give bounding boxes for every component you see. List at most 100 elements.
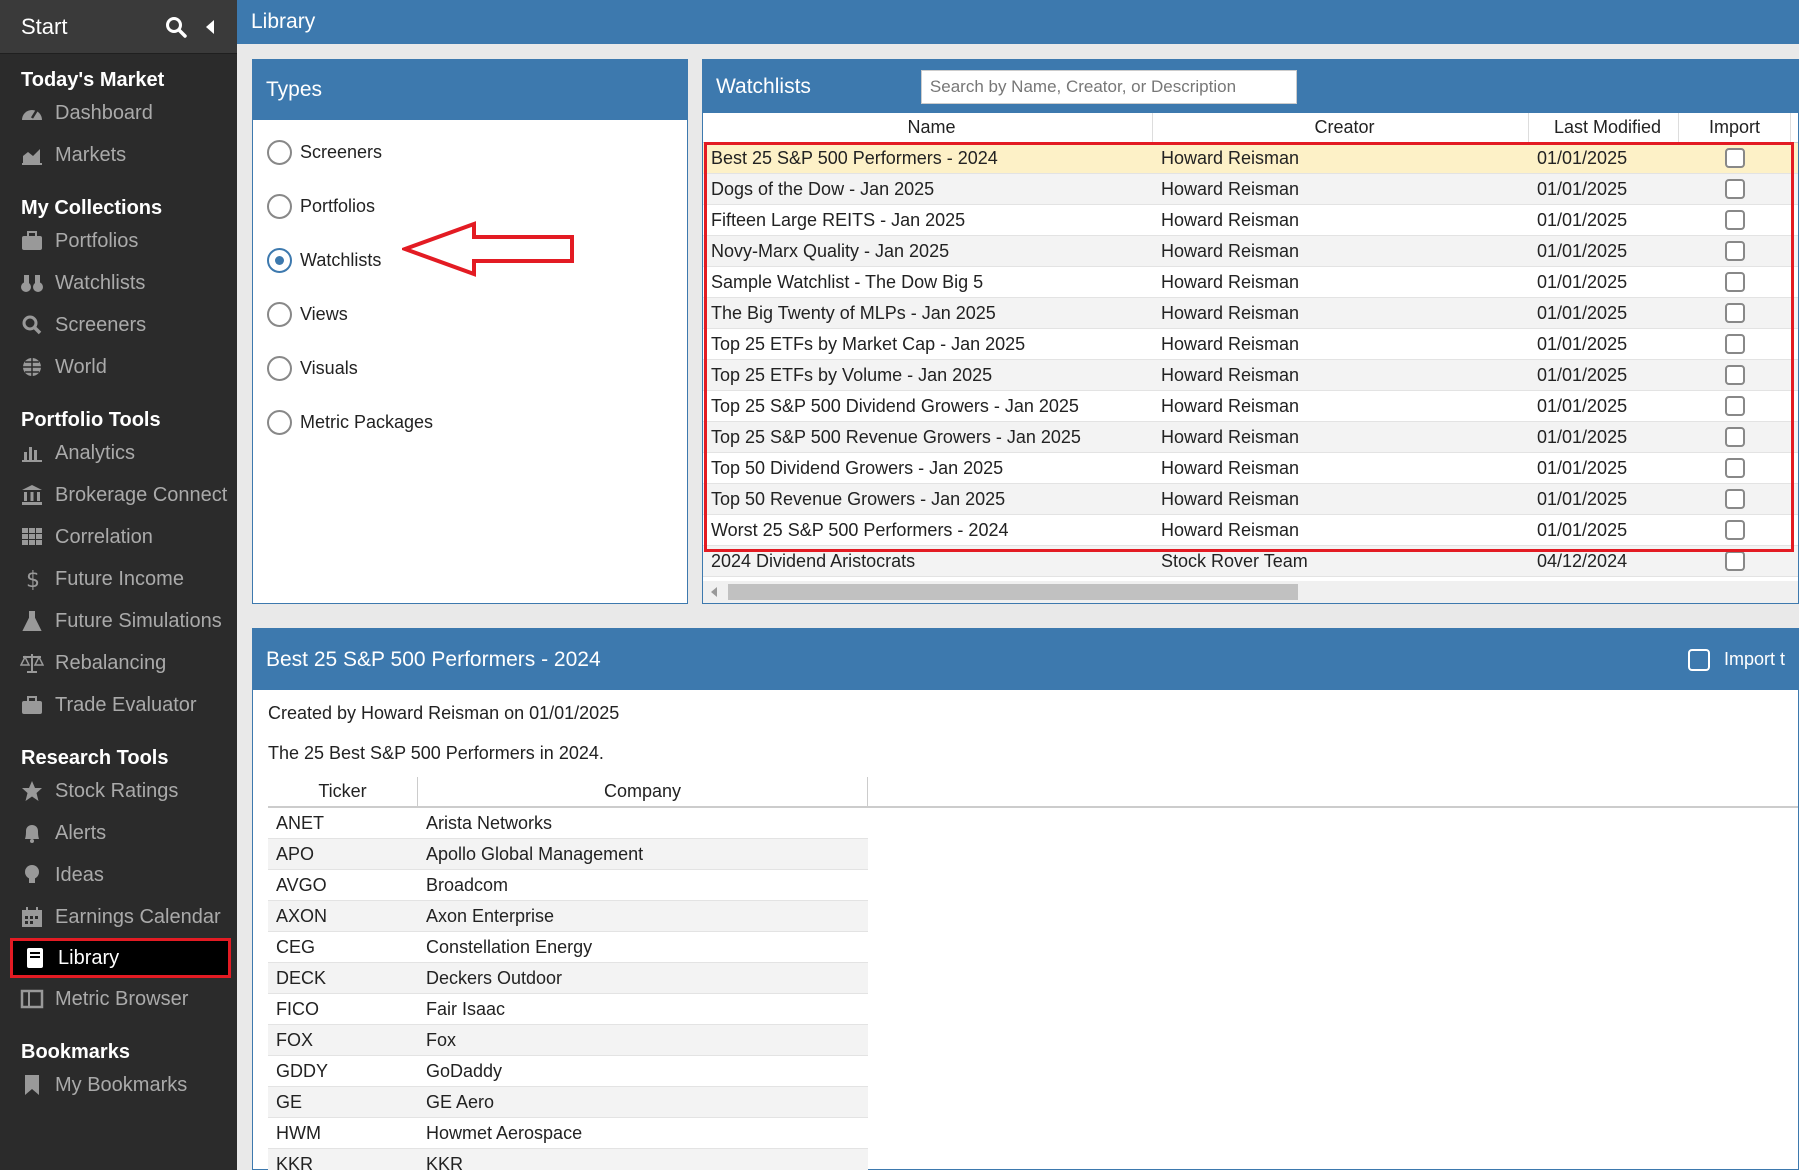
scrollbar-thumb[interactable] xyxy=(728,584,1298,600)
sidebar-item-trade-evaluator[interactable]: Trade Evaluator xyxy=(0,684,237,726)
table-row[interactable]: Dogs of the Dow - Jan 2025 Howard Reisma… xyxy=(703,174,1798,205)
watchlist-name[interactable]: Top 25 S&P 500 Dividend Growers - Jan 20… xyxy=(703,396,1153,417)
import-checkbox[interactable] xyxy=(1725,489,1745,509)
watchlist-name[interactable]: Top 50 Revenue Growers - Jan 2025 xyxy=(703,489,1153,510)
search-icon[interactable] xyxy=(163,14,189,40)
radio-button[interactable] xyxy=(267,139,292,165)
import-checkbox[interactable] xyxy=(1725,334,1745,354)
table-row[interactable]: Top 25 ETFs by Volume - Jan 2025 Howard … xyxy=(703,360,1798,391)
import-checkbox[interactable] xyxy=(1725,179,1745,199)
sidebar-item-rebalancing[interactable]: Rebalancing xyxy=(0,642,237,684)
table-row[interactable]: DECK Deckers Outdoor xyxy=(268,963,868,994)
watchlist-name[interactable]: Top 25 ETFs by Market Cap - Jan 2025 xyxy=(703,334,1153,355)
watchlist-name[interactable]: 2024 Dividend Aristocrats xyxy=(703,551,1153,572)
column-creator[interactable]: Creator xyxy=(1153,113,1529,142)
table-row[interactable]: Top 25 ETFs by Market Cap - Jan 2025 How… xyxy=(703,329,1798,360)
import-checkbox[interactable] xyxy=(1725,148,1745,168)
search-input[interactable]: Search by Name, Creator, or Description xyxy=(920,69,1297,104)
table-row[interactable]: Top 50 Revenue Growers - Jan 2025 Howard… xyxy=(703,484,1798,515)
horizontal-scrollbar[interactable] xyxy=(703,581,1798,603)
column-company[interactable]: Company xyxy=(418,777,868,806)
import-checkbox[interactable] xyxy=(1725,210,1745,230)
radio-button[interactable] xyxy=(267,409,292,435)
watchlist-name[interactable]: Fifteen Large REITS - Jan 2025 xyxy=(703,210,1153,231)
import-checkbox[interactable] xyxy=(1725,365,1745,385)
table-row[interactable]: Top 25 S&P 500 Dividend Growers - Jan 20… xyxy=(703,391,1798,422)
radio-button[interactable] xyxy=(267,355,292,381)
scroll-left-icon[interactable] xyxy=(711,587,717,597)
import-checkbox[interactable] xyxy=(1725,303,1745,323)
table-row[interactable]: GE GE Aero xyxy=(268,1087,868,1118)
sidebar-item-correlation[interactable]: Correlation xyxy=(0,516,237,558)
sidebar-item-analytics[interactable]: Analytics xyxy=(0,432,237,474)
table-row[interactable]: Novy-Marx Quality - Jan 2025 Howard Reis… xyxy=(703,236,1798,267)
table-row[interactable]: GDDY GoDaddy xyxy=(268,1056,868,1087)
column-name[interactable]: Name xyxy=(703,113,1153,142)
import-toggle[interactable]: Import t xyxy=(1687,648,1785,671)
table-row[interactable]: HWM Howmet Aerospace xyxy=(268,1118,868,1149)
import-checkbox[interactable] xyxy=(1725,241,1745,261)
table-row[interactable]: AVGO Broadcom xyxy=(268,870,868,901)
sidebar-item-library[interactable]: Library xyxy=(10,938,231,978)
import-checkbox[interactable] xyxy=(1725,272,1745,292)
column-ticker[interactable]: Ticker xyxy=(268,777,418,806)
sidebar-item-watchlists[interactable]: Watchlists xyxy=(0,262,237,304)
table-row[interactable]: Best 25 S&P 500 Performers - 2024 Howard… xyxy=(703,143,1798,174)
sidebar-item-dashboard[interactable]: Dashboard xyxy=(0,92,237,134)
watchlist-name[interactable]: Worst 25 S&P 500 Performers - 2024 xyxy=(703,520,1153,541)
type-option-visuals[interactable]: Visuals xyxy=(253,341,687,395)
radio-button[interactable] xyxy=(267,247,292,273)
column-import[interactable]: Import xyxy=(1679,113,1791,142)
table-row[interactable]: APO Apollo Global Management xyxy=(268,839,868,870)
sidebar-item-world[interactable]: World xyxy=(0,346,237,388)
radio-button[interactable] xyxy=(267,301,292,327)
table-row[interactable]: KKR KKR xyxy=(268,1149,868,1170)
sidebar-item-portfolios[interactable]: Portfolios xyxy=(0,220,237,262)
import-checkbox[interactable] xyxy=(1725,396,1745,416)
table-row[interactable]: Top 50 Dividend Growers - Jan 2025 Howar… xyxy=(703,453,1798,484)
table-row[interactable]: AXON Axon Enterprise xyxy=(268,901,868,932)
sidebar-item-future-income[interactable]: $ Future Income xyxy=(0,558,237,600)
sidebar-item-earnings-calendar[interactable]: Earnings Calendar xyxy=(0,896,237,938)
sidebar-item-my-bookmarks[interactable]: My Bookmarks xyxy=(0,1064,237,1106)
table-row[interactable]: CEG Constellation Energy xyxy=(268,932,868,963)
sidebar-item-alerts[interactable]: Alerts xyxy=(0,812,237,854)
watchlist-name[interactable]: Sample Watchlist - The Dow Big 5 xyxy=(703,272,1153,293)
sidebar-item-metric-browser[interactable]: Metric Browser xyxy=(0,978,237,1020)
import-checkbox[interactable] xyxy=(1687,648,1710,671)
column-last-modified[interactable]: Last Modified xyxy=(1529,113,1679,142)
table-row[interactable]: ANET Arista Networks xyxy=(268,808,868,839)
watchlist-name[interactable]: Top 25 S&P 500 Revenue Growers - Jan 202… xyxy=(703,427,1153,448)
type-option-views[interactable]: Views xyxy=(253,287,687,341)
watchlist-name[interactable]: Dogs of the Dow - Jan 2025 xyxy=(703,179,1153,200)
type-option-screeners[interactable]: Screeners xyxy=(253,125,687,179)
table-row[interactable]: The Big Twenty of MLPs - Jan 2025 Howard… xyxy=(703,298,1798,329)
watchlist-name[interactable]: Best 25 S&P 500 Performers - 2024 xyxy=(703,148,1153,169)
watchlist-name[interactable]: Novy-Marx Quality - Jan 2025 xyxy=(703,241,1153,262)
collapse-icon[interactable] xyxy=(197,14,223,40)
table-row[interactable]: Fifteen Large REITS - Jan 2025 Howard Re… xyxy=(703,205,1798,236)
import-checkbox[interactable] xyxy=(1725,427,1745,447)
sidebar-item-markets[interactable]: Markets xyxy=(0,134,237,176)
import-cell xyxy=(1679,427,1791,447)
table-row[interactable]: Sample Watchlist - The Dow Big 5 Howard … xyxy=(703,267,1798,298)
table-row[interactable]: FOX Fox xyxy=(268,1025,868,1056)
import-checkbox[interactable] xyxy=(1725,458,1745,478)
watchlist-name[interactable]: Top 25 ETFs by Volume - Jan 2025 xyxy=(703,365,1153,386)
sidebar-item-screeners[interactable]: Screeners xyxy=(0,304,237,346)
table-row[interactable]: FICO Fair Isaac xyxy=(268,994,868,1025)
sidebar-item-stock-ratings[interactable]: Stock Ratings xyxy=(0,770,237,812)
type-option-metric-packages[interactable]: Metric Packages xyxy=(253,395,687,449)
start-button[interactable]: Start xyxy=(21,14,155,40)
sidebar-item-brokerage-connect[interactable]: Brokerage Connect xyxy=(0,474,237,516)
import-checkbox[interactable] xyxy=(1725,551,1745,571)
watchlist-name[interactable]: The Big Twenty of MLPs - Jan 2025 xyxy=(703,303,1153,324)
table-row[interactable]: Top 25 S&P 500 Revenue Growers - Jan 202… xyxy=(703,422,1798,453)
import-checkbox[interactable] xyxy=(1725,520,1745,540)
sidebar-item-ideas[interactable]: Ideas xyxy=(0,854,237,896)
table-row[interactable]: Worst 25 S&P 500 Performers - 2024 Howar… xyxy=(703,515,1798,546)
watchlist-name[interactable]: Top 50 Dividend Growers - Jan 2025 xyxy=(703,458,1153,479)
radio-button[interactable] xyxy=(267,193,292,219)
sidebar-item-future-simulations[interactable]: Future Simulations xyxy=(0,600,237,642)
table-row[interactable]: 2024 Dividend Aristocrats Stock Rover Te… xyxy=(703,546,1798,577)
